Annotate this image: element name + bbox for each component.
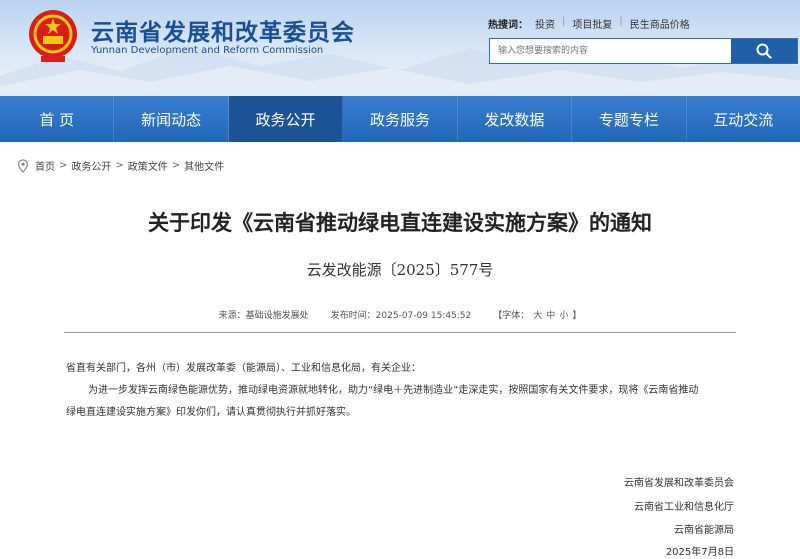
nav-item-services[interactable]: 政务服务 — [343, 96, 458, 142]
article-title: 关于印发《云南省推动绿电直连建设实施方案》的通知 — [148, 211, 652, 235]
font-size-suffix: 】 — [572, 311, 582, 321]
hot-separator: | — [619, 16, 623, 27]
breadcrumb: 首页 > 政务公开 > 政策文件 > 其他文件 — [16, 158, 224, 173]
breadcrumb-separator: > — [59, 160, 68, 171]
search-input[interactable] — [490, 39, 731, 63]
breadcrumb-policy-documents[interactable]: 政策文件 — [128, 158, 168, 173]
site-header: 云南省发展和改革委员会 Yunnan Development and Refor… — [0, 0, 800, 96]
article-source: 来源：基础设施发展处 — [218, 311, 309, 321]
signature-miit: 云南省工业和信息化厅 — [634, 502, 734, 513]
hot-link-commodity-prices[interactable]: 民生商品价格 — [630, 16, 690, 31]
nav-item-interaction[interactable]: 互动交流 — [687, 96, 800, 142]
signature-ndrc: 云南省发展和改革委员会 — [624, 478, 734, 489]
breadcrumb-government-affairs[interactable]: 政务公开 — [71, 158, 111, 173]
search-icon — [756, 43, 772, 59]
hot-search-label: 热搜词： — [488, 20, 528, 31]
national-emblem-icon — [29, 10, 77, 62]
signature-date: 2025年7月8日 — [665, 547, 734, 558]
title-divider — [64, 332, 736, 333]
hot-link-investment[interactable]: 投资 — [535, 16, 555, 31]
article-meta: 来源：基础设施发展处 发布时间：2025-07-09 15:45:52 【字体：… — [0, 308, 800, 321]
search-button[interactable] — [731, 39, 797, 63]
nav-item-news[interactable]: 新闻动态 — [114, 96, 229, 142]
article-paragraph-line-2: 绿电直连建设实施方案》印发你们，请认真贯彻执行并抓好落实。 — [66, 407, 356, 418]
font-size-prefix: 【字体： — [493, 311, 530, 321]
breadcrumb-home[interactable]: 首页 — [35, 158, 55, 173]
search-box — [489, 38, 798, 64]
nav-item-data[interactable]: 发改数据 — [458, 96, 573, 142]
nav-item-home[interactable]: 首 页 — [0, 96, 115, 142]
site-title: 云南省发展和改革委员会 — [91, 20, 355, 46]
article-publish-time: 发布时间：2025-07-09 15:45:52 — [330, 311, 472, 321]
hot-separator: | — [562, 16, 566, 27]
article-paragraph-line-1: 为进一步发挥云南绿色能源优势，推动绿电资源就地转化，助力“绿电＋先进制造业”走深… — [88, 385, 699, 396]
location-pin-icon — [17, 158, 29, 173]
document-number: 云发改能源〔2025〕577号 — [306, 261, 494, 279]
breadcrumb-other-documents[interactable]: 其他文件 — [184, 158, 224, 173]
article-salutation: 省直有关部门，各州（市）发展改革委（能源局）、工业和信息化局，有关企业： — [66, 363, 421, 374]
font-size-small-button[interactable]: 小 — [559, 308, 568, 321]
nav-item-topics[interactable]: 专题专栏 — [572, 96, 687, 142]
font-size-medium-button[interactable]: 中 — [546, 308, 555, 321]
font-size-selector: 【字体： 大 中 小 】 — [493, 308, 581, 321]
hot-link-project-approval[interactable]: 项目批复 — [572, 16, 612, 31]
nav-item-government-affairs[interactable]: 政务公开 — [228, 96, 344, 142]
font-size-large-button[interactable]: 大 — [533, 308, 542, 321]
article-body: 省直有关部门，各州（市）发展改革委（能源局）、工业和信息化局，有关企业： 为进一… — [66, 358, 738, 424]
main-nav: 首 页 新闻动态 政务公开 政务服务 发改数据 专题专栏 互动交流 — [0, 96, 800, 142]
signature-energy-bureau: 云南省能源局 — [674, 525, 734, 536]
site-subtitle: Yunnan Development and Reform Commission — [91, 45, 324, 56]
breadcrumb-separator: > — [115, 160, 124, 171]
breadcrumb-separator: > — [171, 160, 181, 171]
hot-search: 热搜词： 投资 | 项目批复 | 民生商品价格 — [488, 16, 690, 31]
